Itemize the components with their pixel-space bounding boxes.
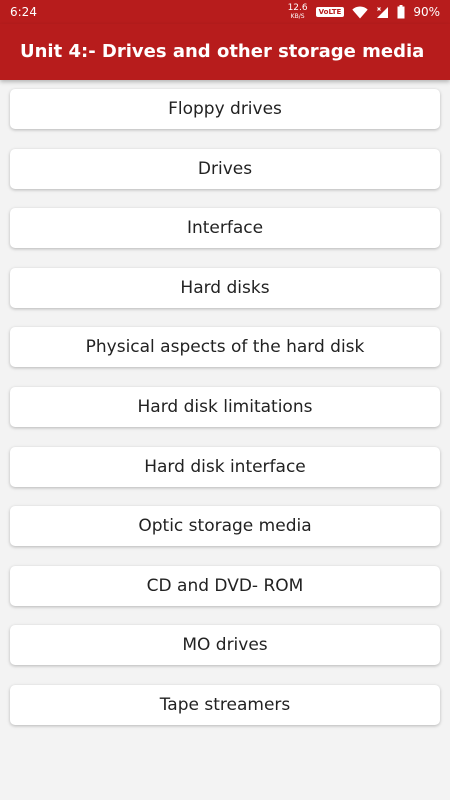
- network-speed: 12.6 KB/S: [287, 3, 308, 21]
- battery-percentage: 90%: [413, 5, 440, 19]
- network-speed-unit: KB/S: [290, 13, 305, 20]
- wifi-icon: [352, 5, 369, 18]
- topic-mo-drives[interactable]: MO drives: [10, 625, 440, 666]
- topic-hard-disk-interface[interactable]: Hard disk interface: [10, 446, 440, 487]
- signal-icon: [377, 6, 389, 18]
- status-time: 6:24: [10, 5, 37, 19]
- topic-list: Floppy drives Drives Interface Hard disk…: [10, 89, 440, 745]
- topic-hard-disks[interactable]: Hard disks: [10, 267, 440, 308]
- topic-hard-disk-limitations[interactable]: Hard disk limitations: [10, 386, 440, 427]
- status-bar: 6:24 12.6 KB/S VoLTE 90%: [0, 0, 450, 24]
- volte-badge: VoLTE: [315, 7, 345, 17]
- topic-interface[interactable]: Interface: [10, 208, 440, 249]
- network-speed-value: 12.6: [287, 3, 308, 13]
- topic-floppy-drives[interactable]: Floppy drives: [10, 89, 440, 129]
- topic-drives[interactable]: Drives: [10, 148, 440, 189]
- page-title: Unit 4:- Drives and other storage media: [20, 41, 425, 62]
- topic-physical-aspects[interactable]: Physical aspects of the hard disk: [10, 327, 440, 368]
- topic-tape-streamers[interactable]: Tape streamers: [10, 684, 440, 725]
- app-bar: Unit 4:- Drives and other storage media: [0, 24, 450, 80]
- battery-icon: [397, 5, 405, 19]
- topic-optic-storage-media[interactable]: Optic storage media: [10, 506, 440, 547]
- status-icons: 12.6 KB/S VoLTE 90%: [288, 3, 440, 21]
- topic-cd-dvd-rom[interactable]: CD and DVD- ROM: [10, 565, 440, 606]
